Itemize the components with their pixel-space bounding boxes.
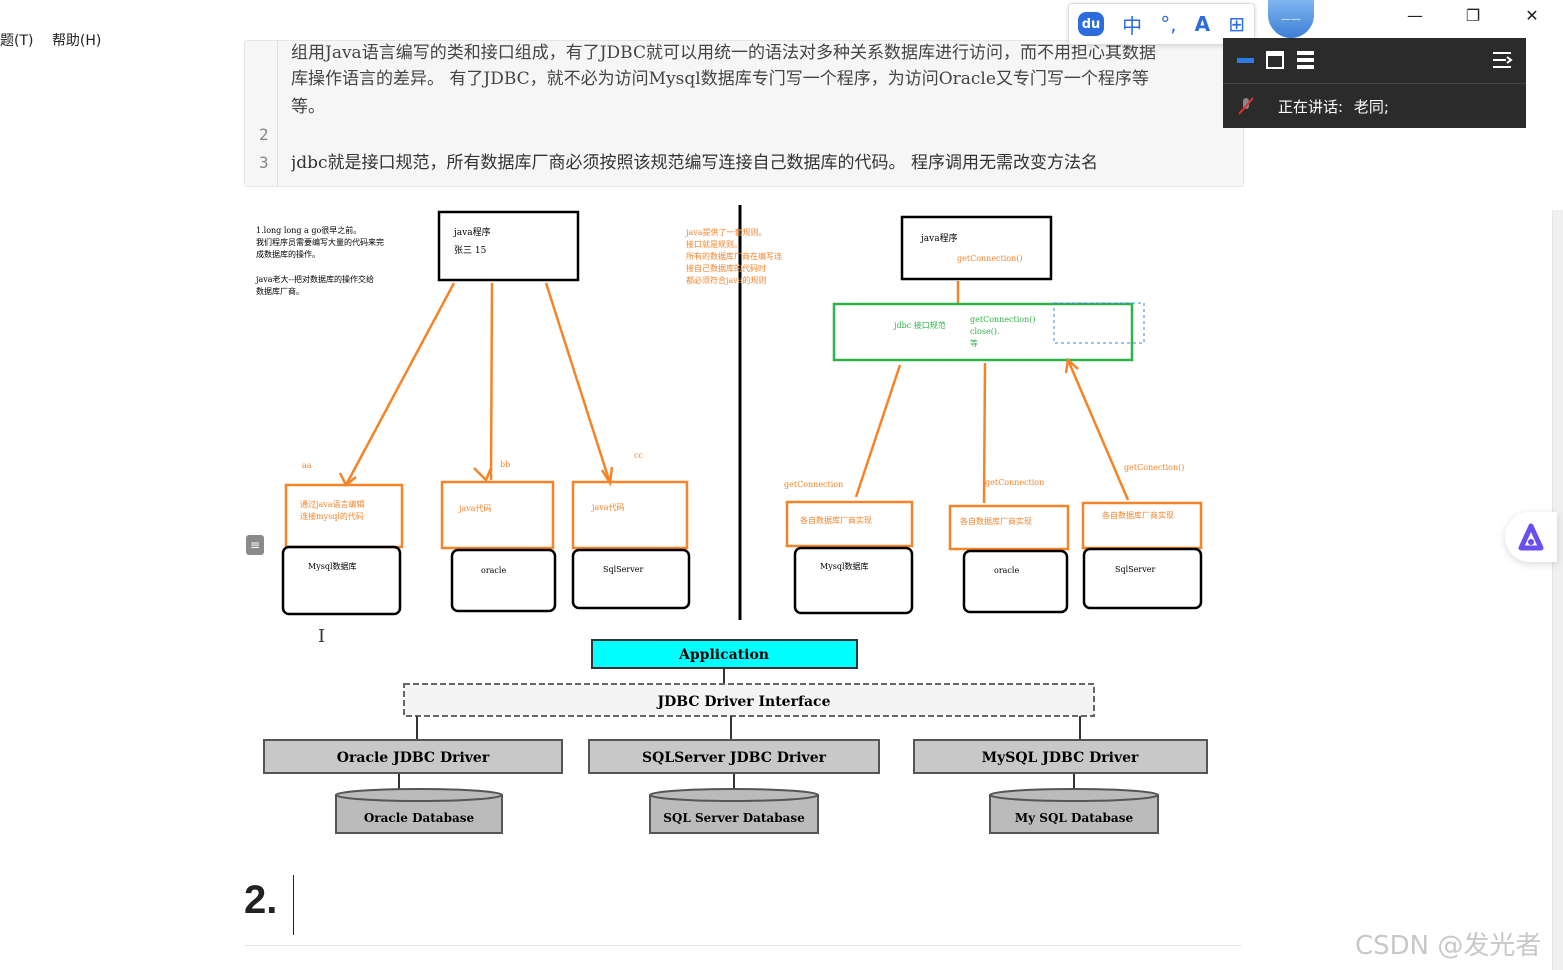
left-note: 1.long long a go很早之前。 我们程序员需要编写大量的代码来完 成… bbox=[255, 225, 384, 296]
right-db-boxes bbox=[793, 546, 1203, 615]
code-line-3: jdbc就是接口规范，所有数据库厂商必须按照该规范编写连接自己数据库的代码。 程… bbox=[291, 153, 1098, 173]
restore-button[interactable]: ❐ bbox=[1453, 2, 1493, 28]
right-java-box-method: getConnection() bbox=[957, 254, 1023, 263]
avatar[interactable]: —— bbox=[1268, 0, 1314, 38]
text-cursor-icon: I bbox=[318, 626, 326, 647]
close-button[interactable]: ✕ bbox=[1512, 2, 1552, 28]
ime-punct-toggle[interactable]: °, bbox=[1160, 12, 1176, 36]
minimize-button[interactable]: — bbox=[1395, 2, 1435, 28]
speaking-label: 正在讲话: bbox=[1278, 98, 1344, 116]
left-label-bb: bb bbox=[500, 460, 510, 469]
driver-label-oracle: Oracle JDBC Driver bbox=[337, 750, 490, 766]
application-label: Application bbox=[678, 647, 769, 663]
right-impl-3: 各自数据库厂商实现 bbox=[1102, 510, 1174, 520]
right-db-3: SqlServer bbox=[1115, 565, 1155, 574]
left-java-box-title: java程序 bbox=[453, 226, 491, 238]
left-arrows bbox=[338, 282, 614, 487]
code-line-1-end: 等。 bbox=[291, 97, 325, 117]
left-impl-1-l1: 通过java语言编辑 bbox=[300, 499, 365, 509]
mic-muted-icon[interactable] bbox=[1237, 96, 1255, 116]
right-note-line: 都必须符合java的规则 bbox=[686, 275, 767, 285]
left-impl-1-l2: 连接mysql的代码 bbox=[300, 511, 364, 521]
right-note-line: 所有的数据库厂商在编写连 bbox=[686, 251, 782, 261]
list-icon bbox=[1297, 51, 1314, 69]
interface-label: JDBC Driver Interface bbox=[655, 694, 830, 710]
right-impl-2: 各自数据库厂商实现 bbox=[960, 516, 1032, 526]
right-label-1: getConnection bbox=[784, 480, 843, 489]
menubar: 题(T) 帮助(H) bbox=[0, 30, 115, 50]
ime-grid-icon[interactable]: ⊞ bbox=[1228, 12, 1245, 36]
left-db-2: oracle bbox=[481, 566, 506, 575]
left-note-line: java老大--把对数据库的操作交给 bbox=[255, 274, 374, 284]
ime-lang-toggle[interactable]: 中 bbox=[1122, 10, 1142, 39]
ime-font-icon[interactable]: A bbox=[1195, 12, 1210, 36]
selection-marquee bbox=[1053, 302, 1145, 344]
left-impl-3: java代码 bbox=[591, 502, 625, 512]
section-heading[interactable]: 2. bbox=[244, 878, 277, 923]
left-db-3: SqlServer bbox=[603, 565, 643, 574]
left-db-boxes bbox=[281, 545, 691, 616]
speaker-name: 老同; bbox=[1353, 98, 1389, 116]
jdbc-diagram: 1.long long a go很早之前。 我们程序员需要编写大量的代码来完 成… bbox=[255, 205, 1208, 834]
page-scrollbar[interactable] bbox=[1552, 210, 1563, 970]
right-note-line: 接自己数据库的代码时 bbox=[686, 263, 766, 273]
right-impl-1: 各自数据库厂商实现 bbox=[800, 515, 872, 525]
driver-label-mysql: MySQL JDBC Driver bbox=[982, 750, 1139, 766]
right-label-2: getConnection bbox=[985, 478, 1044, 487]
menu-item-topic[interactable]: 题(T) bbox=[0, 33, 33, 49]
jdbc-interface-label: jdbc 接口规范 bbox=[893, 320, 946, 330]
right-java-box bbox=[900, 215, 1053, 281]
driver-label-sqlserver: SQLServer JDBC Driver bbox=[642, 750, 827, 766]
db-label-oracle: Oracle Database bbox=[364, 811, 475, 825]
db-label-sqlserver: SQL Server Database bbox=[663, 811, 805, 825]
divider bbox=[244, 945, 1242, 946]
line-number-3: 3 bbox=[259, 153, 269, 172]
text-caret bbox=[293, 875, 294, 935]
ai-assistant-icon bbox=[1518, 523, 1544, 551]
left-impl-2: java代码 bbox=[458, 503, 492, 513]
meeting-toolbar-icons bbox=[1237, 51, 1513, 69]
left-note-line: 成数据库的操作。 bbox=[256, 249, 320, 259]
left-label-aa: aa bbox=[302, 461, 312, 470]
jdbc-method-3: 等 bbox=[970, 338, 978, 348]
left-java-box-sub: 张三 15 bbox=[454, 245, 487, 256]
left-note-line: 1.long long a go很早之前。 bbox=[256, 225, 361, 235]
jdbc-method-1: getConnection() bbox=[970, 315, 1036, 324]
right-note: java提供了一套规则。 接口就是规则。 所有的数据库厂商在编写连 接自己数据库… bbox=[685, 227, 782, 285]
meeting-panel: 正在讲话: 老同; bbox=[1223, 38, 1526, 128]
menu-item-help[interactable]: 帮助(H) bbox=[52, 33, 101, 49]
code-line-1-cont: 库操作语言的差异。 有了JDBC，就不必为访问Mysql数据库专门写一个程序，为… bbox=[291, 69, 1149, 89]
left-note-line: 数据库厂商。 bbox=[256, 286, 304, 296]
meeting-toolbar bbox=[1223, 38, 1526, 84]
right-db-1: Mysql数据库 bbox=[820, 561, 869, 571]
minimize-panel-icon bbox=[1237, 58, 1254, 63]
line-number-2: 2 bbox=[259, 125, 269, 144]
collapse-icon bbox=[1493, 52, 1513, 68]
left-note-line: 我们程序员需要编写大量的代码来完 bbox=[256, 237, 384, 247]
left-db-1: Mysql数据库 bbox=[308, 561, 357, 571]
ai-assistant-button[interactable] bbox=[1505, 512, 1557, 562]
speaking-indicator: 正在讲话: 老同; bbox=[1278, 96, 1389, 117]
right-db-2: oracle bbox=[994, 566, 1019, 575]
right-note-line: java提供了一套规则。 bbox=[685, 227, 767, 237]
baidu-ime-logo-icon[interactable]: du bbox=[1078, 12, 1105, 36]
right-label-3: getConection() bbox=[1124, 463, 1184, 472]
right-java-box-title: java程序 bbox=[920, 232, 958, 244]
left-label-cc: cc bbox=[634, 451, 643, 460]
watermark: CSDN @发光者 bbox=[1355, 931, 1542, 961]
db-label-mysql: My SQL Database bbox=[1015, 811, 1134, 825]
jdbc-method-2: close(). bbox=[970, 327, 999, 336]
right-note-line: 接口就是规则。 bbox=[686, 239, 742, 249]
code-block: 2 3 组用Java语言编写的类和接口组成，有了JDBC就可以用统一的语法对多种… bbox=[244, 40, 1244, 187]
